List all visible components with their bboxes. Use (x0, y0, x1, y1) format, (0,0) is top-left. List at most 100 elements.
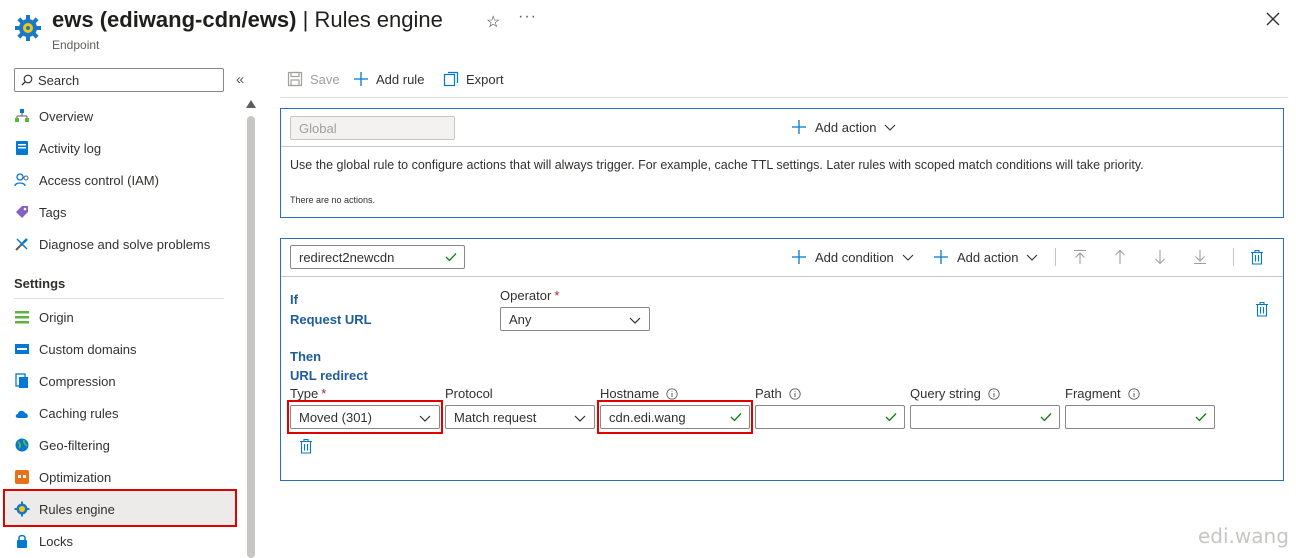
origin-icon (15, 311, 29, 324)
close-icon[interactable] (1264, 10, 1282, 28)
info-icon[interactable] (988, 387, 1000, 400)
sidebar-item-label: Activity log (39, 140, 102, 156)
favorite-star-icon[interactable]: ☆ (486, 12, 500, 32)
page-title: ews (ediwang-cdn/ews) | Rules engine (52, 7, 443, 33)
sidebar-scrollbar[interactable] (247, 116, 255, 558)
protocol-dropdown[interactable]: Match request (445, 405, 595, 429)
export-button[interactable]: Export (443, 71, 504, 87)
compression-icon (15, 373, 28, 388)
add-rule-button[interactable]: Add rule (353, 71, 424, 87)
move-to-bottom-icon[interactable] (1192, 249, 1208, 265)
sidebar-item-geo-filtering[interactable]: Geo-filtering (14, 433, 110, 457)
resource-type: Endpoint (52, 38, 100, 52)
globe-icon (15, 438, 29, 452)
fragment-input[interactable] (1065, 405, 1215, 429)
sidebar-item-optimization[interactable]: Optimization (14, 465, 111, 489)
then-label: Then (290, 349, 322, 364)
checkmark-icon (445, 253, 457, 262)
sidebar-item-iam[interactable]: Access control (IAM) (14, 168, 159, 192)
rule-add-action-button[interactable]: Add action (933, 249, 1038, 265)
sidebar-item-locks[interactable]: Locks (14, 529, 73, 553)
query-label-text: Query string (910, 386, 981, 401)
sidebar-item-label: Diagnose and solve problems (39, 236, 211, 252)
type-label: Type * (290, 386, 326, 401)
global-add-action-button[interactable]: Add action (791, 119, 896, 135)
sidebar-item-diagnose[interactable]: Diagnose and solve problems (14, 232, 210, 256)
panel-divider (281, 146, 1283, 147)
sidebar-item-label: Geo-filtering (39, 437, 110, 453)
delete-action-trash-icon[interactable] (298, 438, 314, 454)
required-asterisk: * (554, 288, 560, 303)
more-options-icon[interactable]: ··· (518, 8, 537, 26)
watermark: edi.wang (1198, 524, 1289, 548)
scroll-up-arrow-icon[interactable] (246, 100, 256, 108)
info-icon[interactable] (666, 387, 678, 400)
blade-title: Rules engine (314, 7, 443, 32)
sidebar-item-tags[interactable]: Tags (14, 200, 66, 224)
checkmark-icon (1195, 413, 1207, 422)
add-condition-button[interactable]: Add condition (791, 249, 914, 265)
checkmark-icon (1040, 413, 1052, 422)
sidebar-item-custom-domains[interactable]: Custom domains (14, 337, 137, 361)
sidebar-search-input[interactable]: Search (14, 68, 224, 92)
plus-icon (934, 250, 948, 264)
sidebar-item-caching-rules[interactable]: Caching rules (14, 401, 119, 425)
operator-dropdown[interactable]: Any (500, 307, 650, 331)
path-input[interactable] (755, 405, 905, 429)
activity-log-icon (16, 141, 28, 155)
sidebar-item-rules-engine[interactable]: Rules engine (14, 497, 115, 521)
rule-name-input[interactable]: redirect2newcdn (290, 245, 465, 269)
condition-name: Request URL (290, 312, 372, 327)
hostname-label: Hostname (600, 386, 678, 401)
plus-icon (354, 72, 368, 86)
sidebar-item-compression[interactable]: Compression (14, 369, 116, 393)
sidebar-item-label: Caching rules (39, 405, 119, 421)
query-string-input[interactable] (910, 405, 1060, 429)
fragment-label-text: Fragment (1065, 386, 1121, 401)
sidebar-item-label: Locks (39, 533, 73, 549)
sidebar-item-label: Compression (39, 373, 116, 389)
move-up-icon[interactable] (1112, 249, 1128, 265)
export-label: Export (466, 71, 504, 87)
toolbar-separator (1233, 248, 1234, 266)
sidebar-item-label: Tags (39, 204, 67, 220)
chevron-down-icon (902, 254, 914, 261)
save-icon (287, 71, 303, 87)
info-icon[interactable] (1127, 387, 1140, 400)
query-string-label: Query string (910, 386, 1000, 401)
delete-rule-trash-icon[interactable] (1249, 249, 1265, 265)
chevron-down-icon (574, 415, 586, 422)
sidebar-item-origin[interactable]: Origin (14, 305, 74, 329)
move-down-icon[interactable] (1152, 249, 1168, 265)
collapse-sidebar-icon[interactable]: « (236, 71, 244, 88)
wrench-icon (15, 238, 28, 251)
sidebar-item-label: Overview (39, 108, 94, 124)
global-rule-name-input: Global (290, 116, 455, 140)
sidebar-item-overview[interactable]: Overview (14, 104, 93, 128)
rule-name-value: redirect2newcdn (299, 249, 395, 265)
fragment-label: Fragment (1065, 386, 1140, 401)
add-action-label: Add action (957, 249, 1019, 265)
title-separator: | (296, 7, 315, 32)
if-label: If (290, 292, 298, 307)
delete-condition-trash-icon[interactable] (1254, 301, 1270, 317)
global-rule-description: Use the global rule to configure actions… (290, 158, 1144, 172)
info-icon[interactable] (789, 387, 801, 400)
move-to-top-icon[interactable] (1072, 249, 1088, 265)
cloud-icon (15, 410, 28, 418)
operator-label-text: Operator (500, 288, 552, 303)
toolbar-divider (280, 97, 1288, 98)
hostname-label-text: Hostname (600, 386, 660, 401)
save-button[interactable]: Save (287, 71, 340, 87)
overview-icon (15, 109, 29, 122)
protocol-label: Protocol (445, 386, 493, 401)
sidebar-item-label: Optimization (39, 469, 112, 485)
plus-icon (792, 120, 806, 134)
section-divider (14, 298, 224, 299)
search-placeholder: Search (38, 72, 80, 88)
rules-engine-gear-icon (15, 15, 41, 41)
toolbar-separator (1055, 248, 1056, 266)
add-rule-label: Add rule (376, 71, 425, 87)
sidebar-item-activity-log[interactable]: Activity log (14, 136, 101, 160)
iam-icon (14, 173, 29, 187)
